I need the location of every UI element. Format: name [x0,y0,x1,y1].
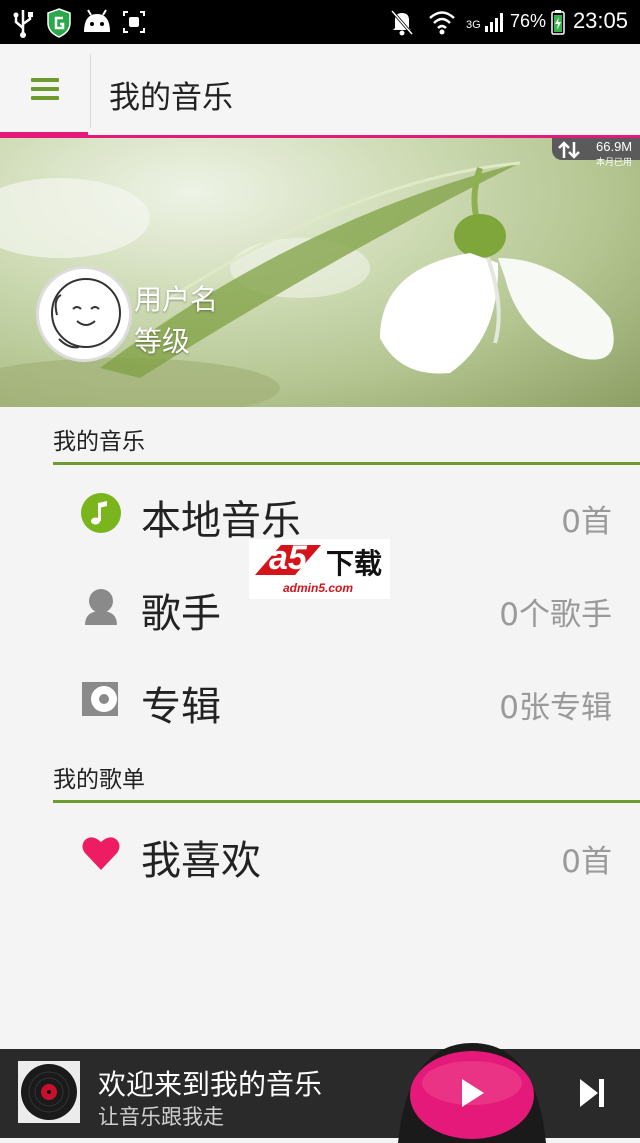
status-bar: 3G 76% 23:05 [0,0,640,44]
vinyl-record-icon [21,1064,77,1120]
watermark-text: 下载 [326,547,383,580]
screenshot-icon [123,11,145,33]
network-type-label: 3G [466,19,481,31]
watermark-logo-text: a5 [269,539,307,577]
avatar[interactable] [36,266,132,362]
row-count: 0首 [561,504,612,540]
app-bar: 我的音乐 [0,44,640,138]
music-note-icon [81,493,121,533]
status-time: 23:05 [572,8,628,33]
player-title: 欢迎来到我的音乐 [98,1068,323,1101]
skip-next-icon [580,1079,598,1107]
watermark-logo: a5 下载 admin5.com [249,539,390,599]
data-usage-label: 本月已用 [596,158,633,168]
watermark-url: admin5.com [283,581,354,595]
section-header-my-music: 我的音乐 [53,429,145,455]
row-count: 0首 [561,844,612,880]
row-label: 本地音乐 [141,498,301,544]
mute-icon [390,10,414,36]
player-subtitle: 让音乐跟我走 [98,1105,224,1129]
next-track-button[interactable] [574,1075,610,1111]
play-button[interactable] [398,1043,546,1143]
row-count: 0张专辑 [499,690,612,726]
profile-banner: 用户名 等级 66.9M 本月已用 [0,138,640,407]
section-divider [53,800,640,803]
list-item-albums[interactable]: 专辑 0张专辑 [0,654,640,744]
row-label: 我喜欢 [141,838,261,884]
android-icon [84,9,110,32]
row-label: 专辑 [141,684,221,730]
data-usage-badge[interactable]: 66.9M 本月已用 [552,138,640,168]
singer-icon [85,589,117,625]
wifi-icon [429,11,455,35]
data-usage-amount: 66.9M [596,139,633,154]
section-header-my-playlists: 我的歌单 [53,767,145,793]
battery-percentage: 76% [510,11,547,31]
page-title: 我的音乐 [109,80,233,116]
list-item-favorites[interactable]: 我喜欢 0首 [0,808,640,898]
menu-button[interactable] [0,44,90,138]
level-label: 等级 [134,325,191,358]
usb-icon [13,10,33,38]
avatar-face-icon [51,278,121,349]
data-transfer-icon [558,141,580,159]
signal-icon [485,13,503,32]
username-label[interactable]: 用户名 [134,278,218,318]
heart-icon [82,837,120,870]
album-cover[interactable] [18,1061,80,1123]
app-bar-divider [90,54,91,128]
row-count: 0个歌手 [499,597,612,633]
row-label: 歌手 [141,591,221,637]
shield-icon [47,8,71,38]
album-icon [82,682,118,716]
hamburger-menu-icon [31,78,59,100]
mini-player: 欢迎来到我的音乐 让音乐跟我走 [0,1043,640,1143]
section-divider [53,462,640,465]
battery-icon [551,10,565,35]
